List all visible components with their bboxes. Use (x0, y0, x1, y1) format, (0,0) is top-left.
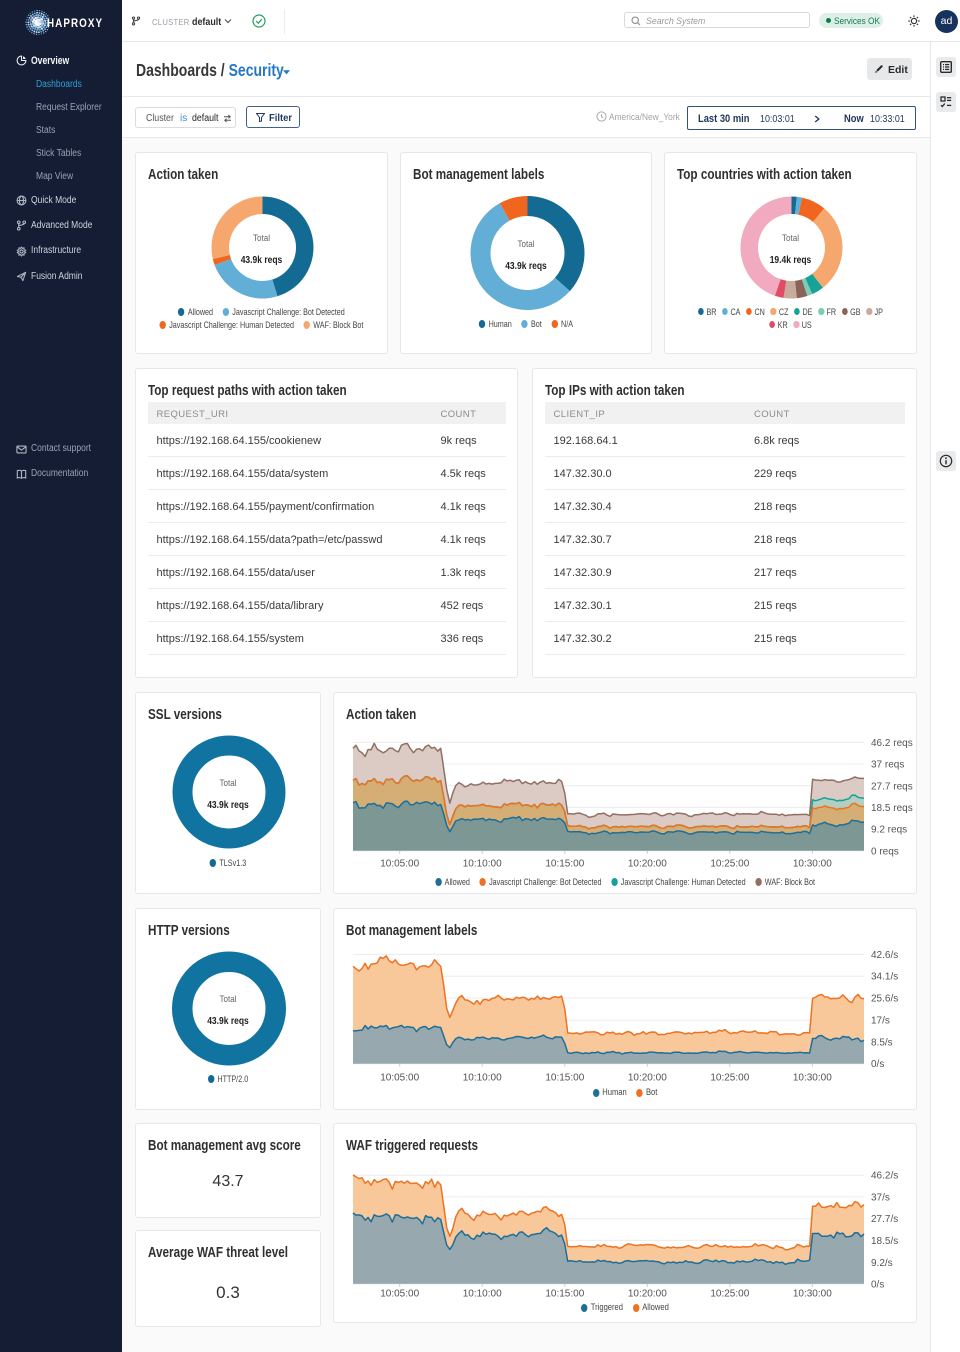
svg-text:10:30:00: 10:30:00 (793, 1073, 832, 1084)
svg-text:10:30:00: 10:30:00 (793, 1289, 832, 1300)
svg-text:37 reqs: 37 reqs (871, 760, 904, 771)
svg-text:10:10:00: 10:10:00 (463, 859, 502, 870)
svg-text:10:15:00: 10:15:00 (545, 1289, 584, 1300)
svg-text:10:25:00: 10:25:00 (710, 1289, 749, 1300)
svg-text:10:15:00: 10:15:00 (545, 859, 584, 870)
svg-text:10:25:00: 10:25:00 (710, 859, 749, 870)
svg-text:17/s: 17/s (871, 1016, 890, 1027)
svg-text:25.6/s: 25.6/s (871, 994, 898, 1005)
svg-text:0 reqs: 0 reqs (871, 846, 899, 857)
svg-text:10:05:00: 10:05:00 (380, 859, 419, 870)
svg-text:0/s: 0/s (871, 1059, 884, 1070)
svg-text:10:20:00: 10:20:00 (628, 1073, 667, 1084)
svg-text:18.5/s: 18.5/s (871, 1236, 898, 1247)
svg-text:37/s: 37/s (871, 1192, 890, 1203)
svg-text:9.2/s: 9.2/s (871, 1258, 893, 1269)
svg-text:42.6/s: 42.6/s (871, 950, 898, 961)
svg-text:10:25:00: 10:25:00 (710, 1073, 749, 1084)
svg-text:10:15:00: 10:15:00 (545, 1073, 584, 1084)
svg-text:10:10:00: 10:10:00 (463, 1289, 502, 1300)
svg-text:46.2/s: 46.2/s (871, 1171, 898, 1182)
svg-text:34.1/s: 34.1/s (871, 972, 898, 983)
svg-text:46.2 reqs: 46.2 reqs (871, 738, 913, 749)
svg-text:10:20:00: 10:20:00 (628, 859, 667, 870)
svg-text:10:10:00: 10:10:00 (463, 1073, 502, 1084)
svg-text:10:05:00: 10:05:00 (380, 1073, 419, 1084)
svg-text:27.7/s: 27.7/s (871, 1214, 898, 1225)
svg-text:10:05:00: 10:05:00 (380, 1289, 419, 1300)
svg-text:27.7 reqs: 27.7 reqs (871, 781, 913, 792)
svg-text:10:20:00: 10:20:00 (628, 1289, 667, 1300)
svg-text:0/s: 0/s (871, 1279, 884, 1290)
svg-text:10:30:00: 10:30:00 (793, 859, 832, 870)
svg-text:9.2 reqs: 9.2 reqs (871, 825, 907, 836)
svg-text:18.5 reqs: 18.5 reqs (871, 803, 913, 814)
svg-text:8.5/s: 8.5/s (871, 1037, 893, 1048)
